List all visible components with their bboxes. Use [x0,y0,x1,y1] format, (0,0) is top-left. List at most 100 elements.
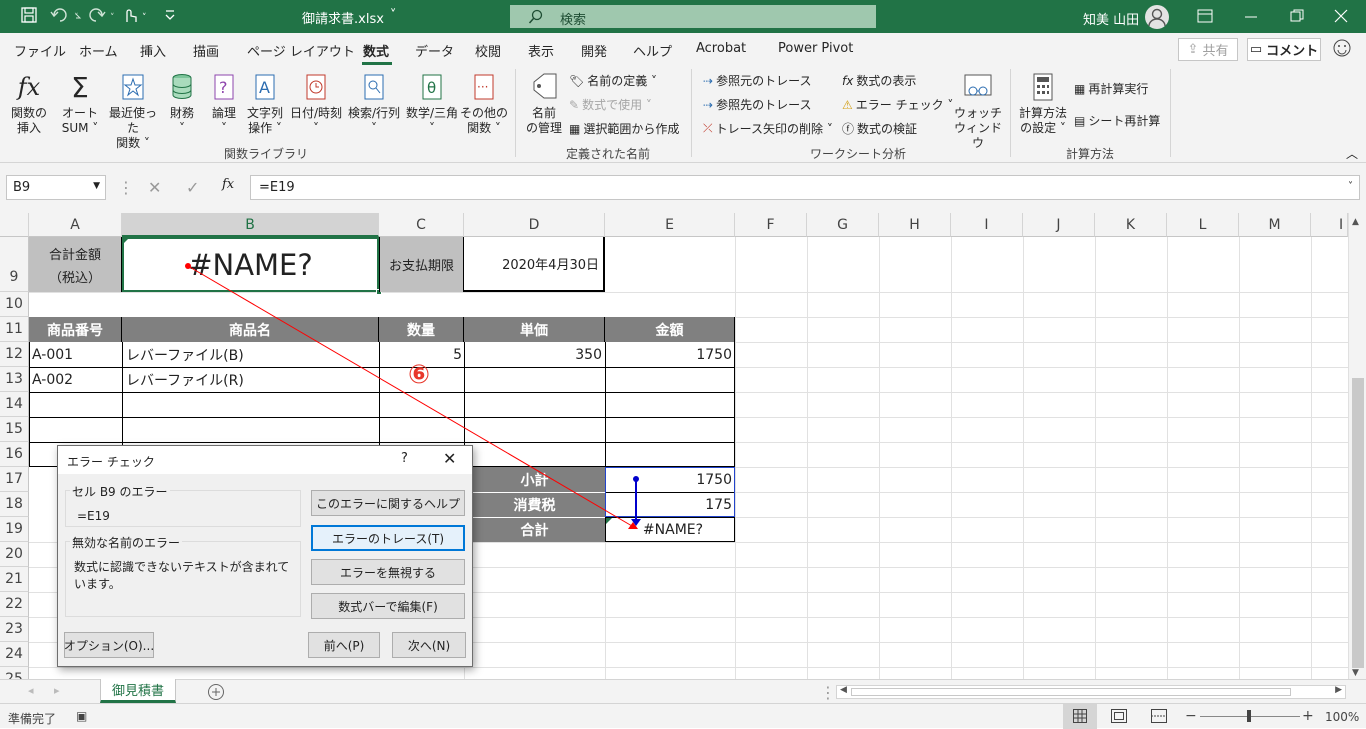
zoom-in-icon[interactable]: + [1302,708,1314,724]
tab-review[interactable]: 校閲 [475,41,501,60]
define-name-button[interactable]: 🏷 名前の定義 ˅ [569,72,657,89]
calc-options-button[interactable]: 計算方法 の設定 ˅ [1016,70,1070,136]
financial-label: 財務 [169,106,194,120]
file-title[interactable]: 御請求書.xlsx ˅ [302,8,396,27]
zoom-level[interactable]: 100% [1325,710,1359,724]
status-bar: 準備完了 ▣ − + 100% [0,703,1366,729]
tab-view[interactable]: 表示 [528,41,554,60]
undo-icon[interactable]: ˅ [50,6,84,24]
tab-developer[interactable]: 開発 [581,41,607,60]
page-break-view-icon[interactable] [1151,709,1167,723]
math-button[interactable]: θ 数学/三角 ˅ [404,70,460,136]
scroll-up-icon[interactable]: ▲ [1352,217,1359,227]
save-icon[interactable] [20,6,38,24]
evaluate-formula-button[interactable]: ⓕ 数式の検証 [842,120,917,137]
recently-used-button[interactable]: 最近使った 関数 ˅ [104,70,162,151]
trace-precedents-button[interactable]: ⇢ 参照元のトレース [703,72,811,89]
formula-input[interactable]: =E19 ˅ [250,175,1360,200]
tab-insert[interactable]: 挿入 [140,41,166,60]
page-layout-view-icon[interactable] [1111,709,1127,723]
ribbon-display-icon[interactable] [1197,9,1213,23]
zoom-slider-thumb[interactable] [1247,710,1251,722]
more-functions-button[interactable]: ··· その他の 関数 ˅ [460,70,508,136]
edit-in-formula-bar-button[interactable]: 数式バーで編集(F) [311,593,465,619]
name-manager-button[interactable]: 名前 の管理 [522,70,566,136]
database-icon [164,70,200,104]
tab-draw[interactable]: 描画 [193,41,219,60]
name-box[interactable]: B9 ▼ [6,175,106,200]
datetime-button[interactable]: 日付/時刻 ˅ [288,70,344,136]
text-button[interactable]: A 文字列 操作 ˅ [244,70,286,136]
calculate-now-button[interactable]: ▦ 再計算実行 [1074,80,1148,97]
tab-help[interactable]: ヘルプ [633,41,672,60]
cancel-icon[interactable]: ✕ [148,178,161,197]
dialog-titlebar[interactable]: エラー チェック ? ✕ [58,446,472,474]
insert-function-icon[interactable]: fx [222,177,234,192]
avatar[interactable] [1144,4,1170,30]
tab-formulas[interactable]: 数式 [363,41,389,60]
tab-page-layout[interactable]: ページ レイアウト [247,41,355,60]
enter-icon[interactable]: ✓ [186,178,199,197]
collapse-ribbon-icon[interactable]: ︿ [1346,145,1358,162]
emoji-smile-icon[interactable] [1332,38,1352,58]
touch-mode-icon[interactable]: ˅ [122,6,154,24]
show-formulas-button[interactable]: fx 数式の表示 [842,72,916,89]
vertical-scrollbar[interactable]: ▲ ▼ [1348,213,1366,679]
scroll-left-icon[interactable]: ◀ [840,685,847,695]
horizontal-scroll-thumb[interactable] [851,688,1291,696]
sheet-tab-active[interactable]: 御見積書 [100,679,176,703]
next-sheet-icon[interactable]: ▸ [54,684,60,697]
logical-dropdown: ˅ [221,121,227,135]
macro-record-icon[interactable]: ▣ [76,709,87,723]
lookup-button[interactable]: 検索/行列 ˅ [346,70,402,136]
tab-home[interactable]: ホーム [79,41,118,60]
minimize-icon[interactable] [1244,9,1258,23]
financial-button[interactable]: 財務 ˅ [164,70,200,136]
add-sheet-icon[interactable] [207,683,225,701]
error-checking-button[interactable]: ⚠ エラー チェック ˅ [842,96,953,113]
scroll-thumb[interactable] [1352,378,1364,668]
redo-icon[interactable]: ˅ [88,6,122,24]
tab-power-pivot[interactable]: Power Pivot [778,41,853,56]
formula-text: =E19 [259,180,295,195]
expand-formula-icon[interactable]: ˅ [1348,181,1353,192]
normal-view-button[interactable] [1063,704,1097,729]
ignore-error-button[interactable]: エラーを無視する [311,559,465,585]
tab-data[interactable]: データ [415,41,454,60]
remove-arrows-button[interactable]: ⤫ トレース矢印の削除 ˅ [703,120,833,137]
comment-button[interactable]: ▭ コメント [1247,38,1321,61]
insert-function-button[interactable]: fx 関数の 挿入 [8,70,50,136]
dialog-close-icon[interactable]: ✕ [443,449,456,468]
restore-icon[interactable] [1290,9,1304,23]
dialog-help-icon[interactable]: ? [401,451,408,466]
use-in-formula-button[interactable]: ✎ 数式で使用 ˅ [569,96,652,113]
user-name[interactable]: 知美 山田 [1083,9,1139,28]
group-label-defined-names: 定義された名前 [566,147,651,161]
share-button[interactable]: ⇪ 共有 [1178,38,1238,61]
autosum-button[interactable]: Σ オート SUM ˅ [58,70,102,136]
zoom-out-icon[interactable]: − [1185,708,1197,724]
options-button[interactable]: オプション(O)... [64,632,154,658]
create-from-selection-button[interactable]: ▦ 選択範囲から作成 [569,120,679,137]
close-icon[interactable] [1334,9,1348,23]
more-functions-label-2: 関数 ˅ [467,121,501,135]
tab-acrobat[interactable]: Acrobat [696,41,746,56]
previous-button[interactable]: 前へ(P) [308,632,380,658]
trace-error-button[interactable]: エラーのトレース(T) [311,525,465,551]
next-button[interactable]: 次へ(N) [392,632,466,658]
help-on-error-button[interactable]: このエラーに関するヘルプ [311,490,465,516]
tab-split-handle[interactable]: ⋮ [820,683,836,702]
customize-qat-icon[interactable] [164,6,176,24]
watch-window-button[interactable]: ウォッチ ウィンドウ [953,70,1003,151]
scroll-right-icon[interactable]: ▶ [1335,685,1342,695]
tab-file[interactable]: ファイル [14,41,66,60]
logical-button[interactable]: ? 論理 ˅ [206,70,242,136]
search-box[interactable]: 検索 [510,5,876,28]
trace-dependents-button[interactable]: ⇢ 参照先のトレース [703,96,811,113]
prev-sheet-icon[interactable]: ◂ [28,684,34,697]
horizontal-scrollbar[interactable]: ◀ ▶ [836,685,1346,699]
recently-used-label-2: 関数 ˅ [116,136,150,150]
name-box-dropdown-icon[interactable]: ▼ [93,181,100,191]
calculate-sheet-button[interactable]: ▤ シート再計算 [1074,112,1160,129]
scroll-down-icon[interactable]: ▼ [1352,668,1359,678]
